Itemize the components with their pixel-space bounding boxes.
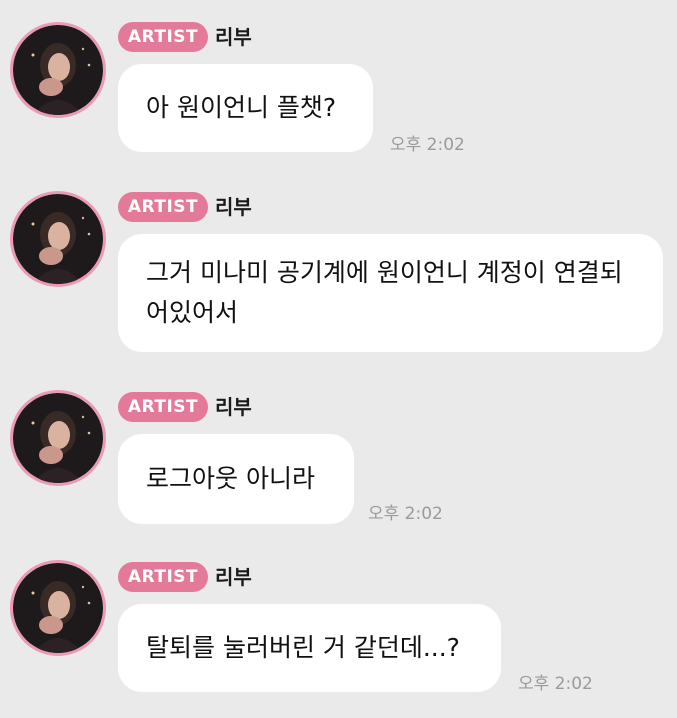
avatar-photo — [13, 194, 103, 284]
avatar-photo — [13, 393, 103, 483]
artist-avatar[interactable] — [10, 22, 106, 118]
message-bubble[interactable]: 탈퇴를 눌러버린 거 같던데...? — [118, 604, 501, 692]
sender-name: 리부 — [215, 395, 252, 419]
artist-badge: ARTIST — [118, 392, 208, 422]
artist-badge: ARTIST — [118, 22, 208, 52]
artist-avatar[interactable] — [10, 390, 106, 486]
message-bubble[interactable]: 그거 미나미 공기계에 원이언니 계정이 연결되어있어서 — [118, 234, 663, 352]
artist-badge: ARTIST — [118, 192, 208, 222]
message-bubble[interactable]: 아 원이언니 플챗? — [118, 64, 373, 152]
artist-badge: ARTIST — [118, 562, 208, 592]
sender-name: 리부 — [215, 195, 252, 219]
message-time: 오후 2:02 — [518, 674, 593, 694]
avatar-photo — [13, 563, 103, 653]
message-time: 오후 2:02 — [390, 135, 465, 155]
message-bubble[interactable]: 로그아웃 아니라 — [118, 434, 354, 524]
artist-avatar[interactable] — [10, 560, 106, 656]
artist-avatar[interactable] — [10, 191, 106, 287]
avatar-photo — [13, 25, 103, 115]
message-time: 오후 2:02 — [368, 504, 443, 524]
sender-name: 리부 — [215, 565, 252, 589]
sender-name: 리부 — [215, 25, 252, 49]
